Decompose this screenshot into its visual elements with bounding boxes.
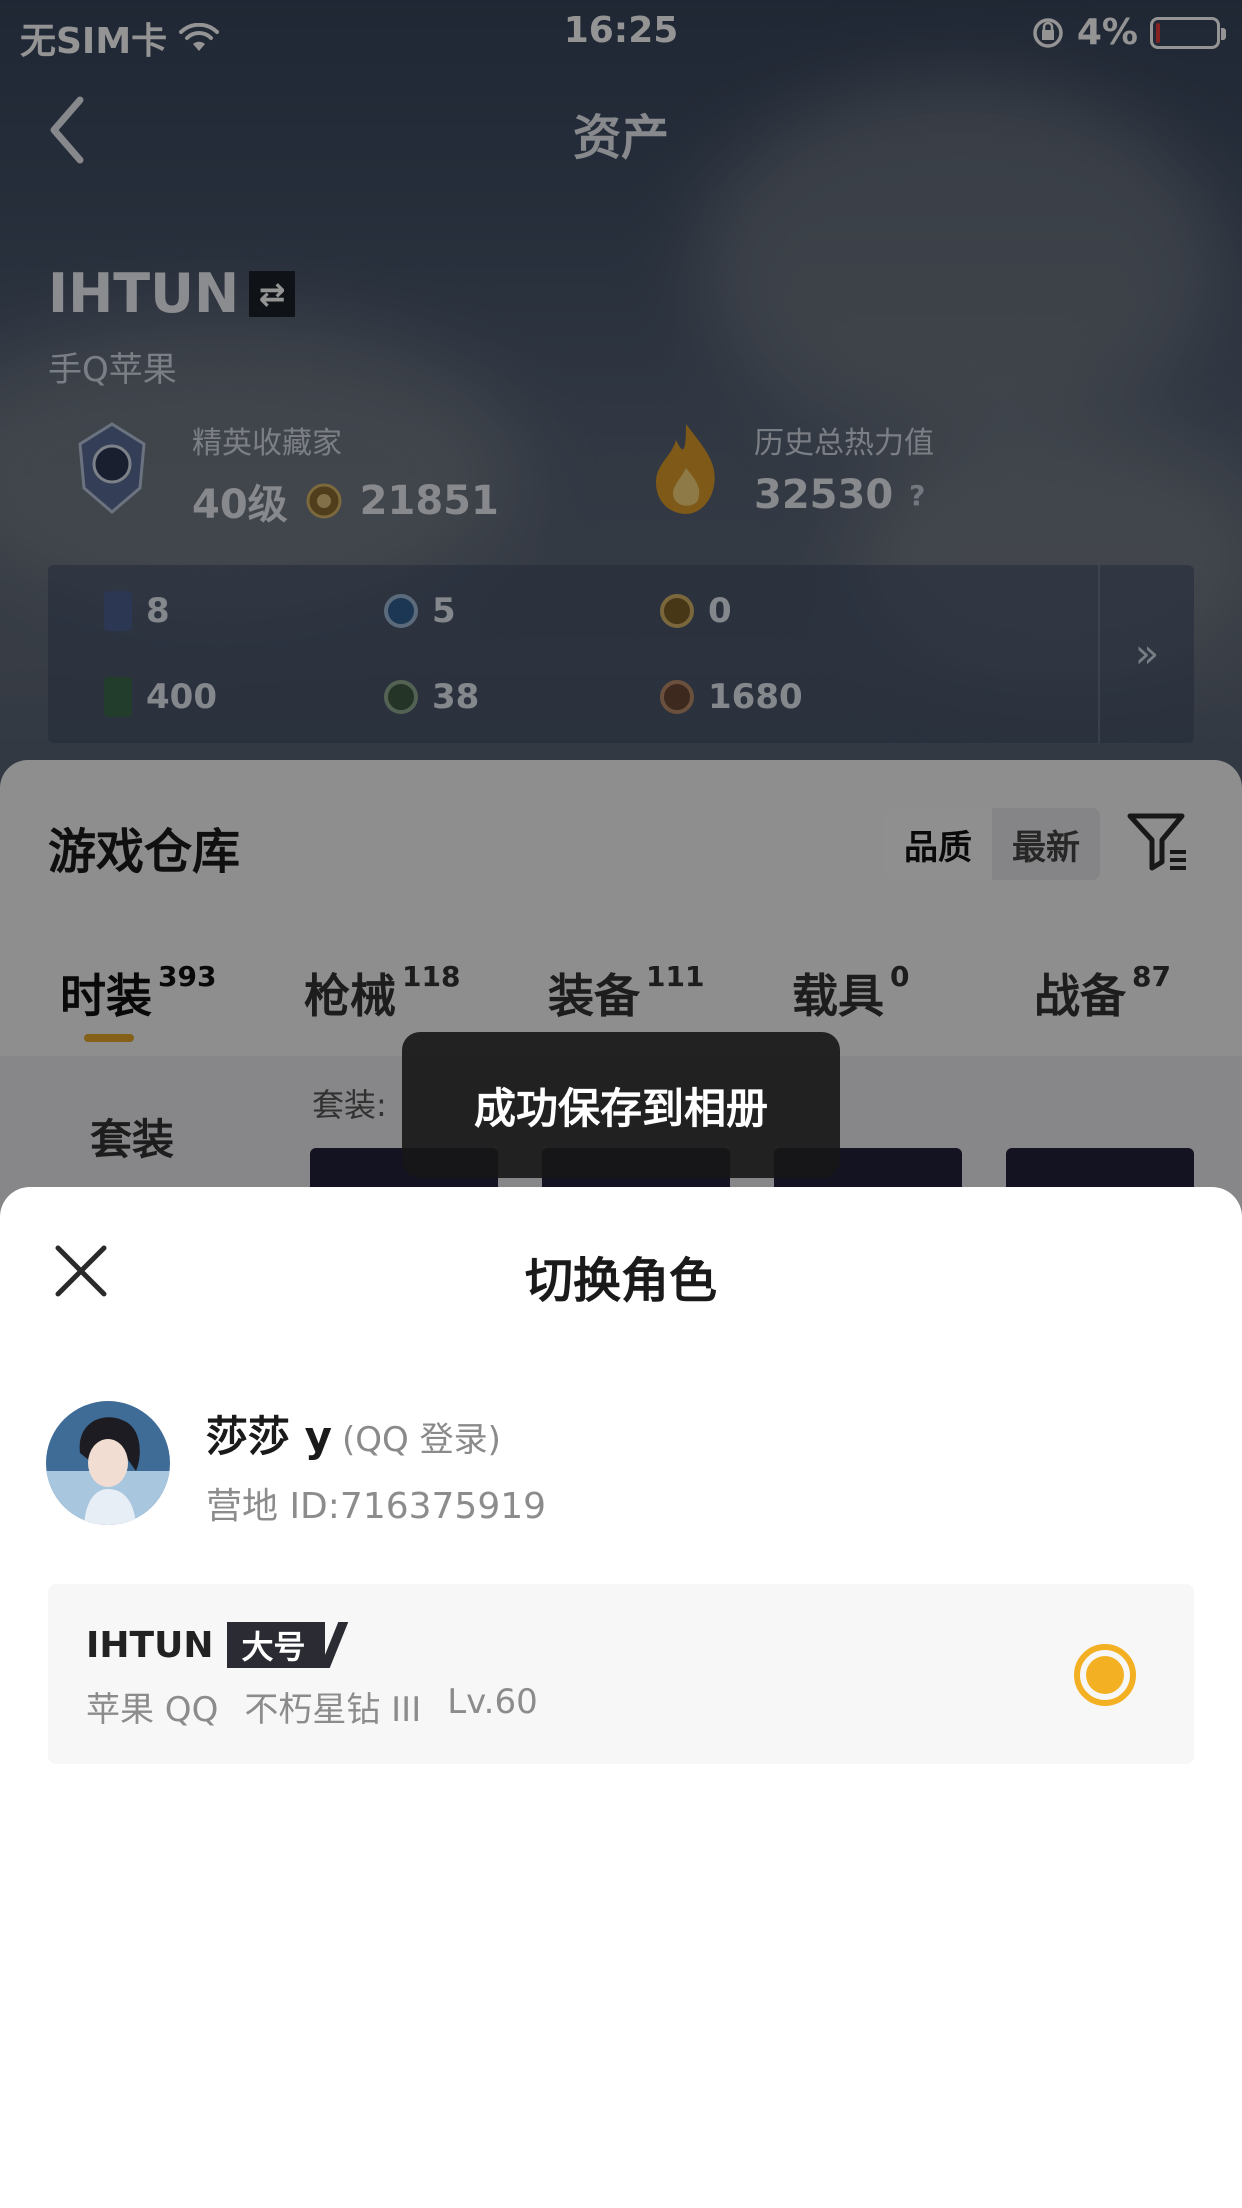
role-level: Lv.60: [447, 1682, 538, 1722]
role-option[interactable]: IHTUN 大号 苹果 QQ 不朽星钻 III Lv.60: [48, 1584, 1194, 1764]
switch-role-sheet: 切换角色 莎莎 y (QQ 登录) 营地 ID:716375919 IHTUN …: [0, 1187, 1242, 2208]
role-rank: 不朽星钻 III: [244, 1690, 422, 1730]
role-radio-selected[interactable]: [1074, 1644, 1136, 1706]
account-info: 莎莎 y (QQ 登录) 营地 ID:716375919: [46, 1401, 1196, 1531]
sheet-title: 切换角色: [524, 1253, 717, 1309]
account-name: 莎莎 y: [206, 1412, 333, 1461]
role-name: IHTUN: [86, 1624, 214, 1666]
camp-id: 营地 ID:716375919: [206, 1486, 547, 1527]
avatar: [46, 1401, 170, 1525]
toast-message: 成功保存到相册: [402, 1032, 840, 1178]
login-type: (QQ 登录): [342, 1420, 501, 1460]
role-platform: 苹果 QQ: [86, 1690, 219, 1730]
main-account-badge: 大号: [227, 1622, 326, 1668]
